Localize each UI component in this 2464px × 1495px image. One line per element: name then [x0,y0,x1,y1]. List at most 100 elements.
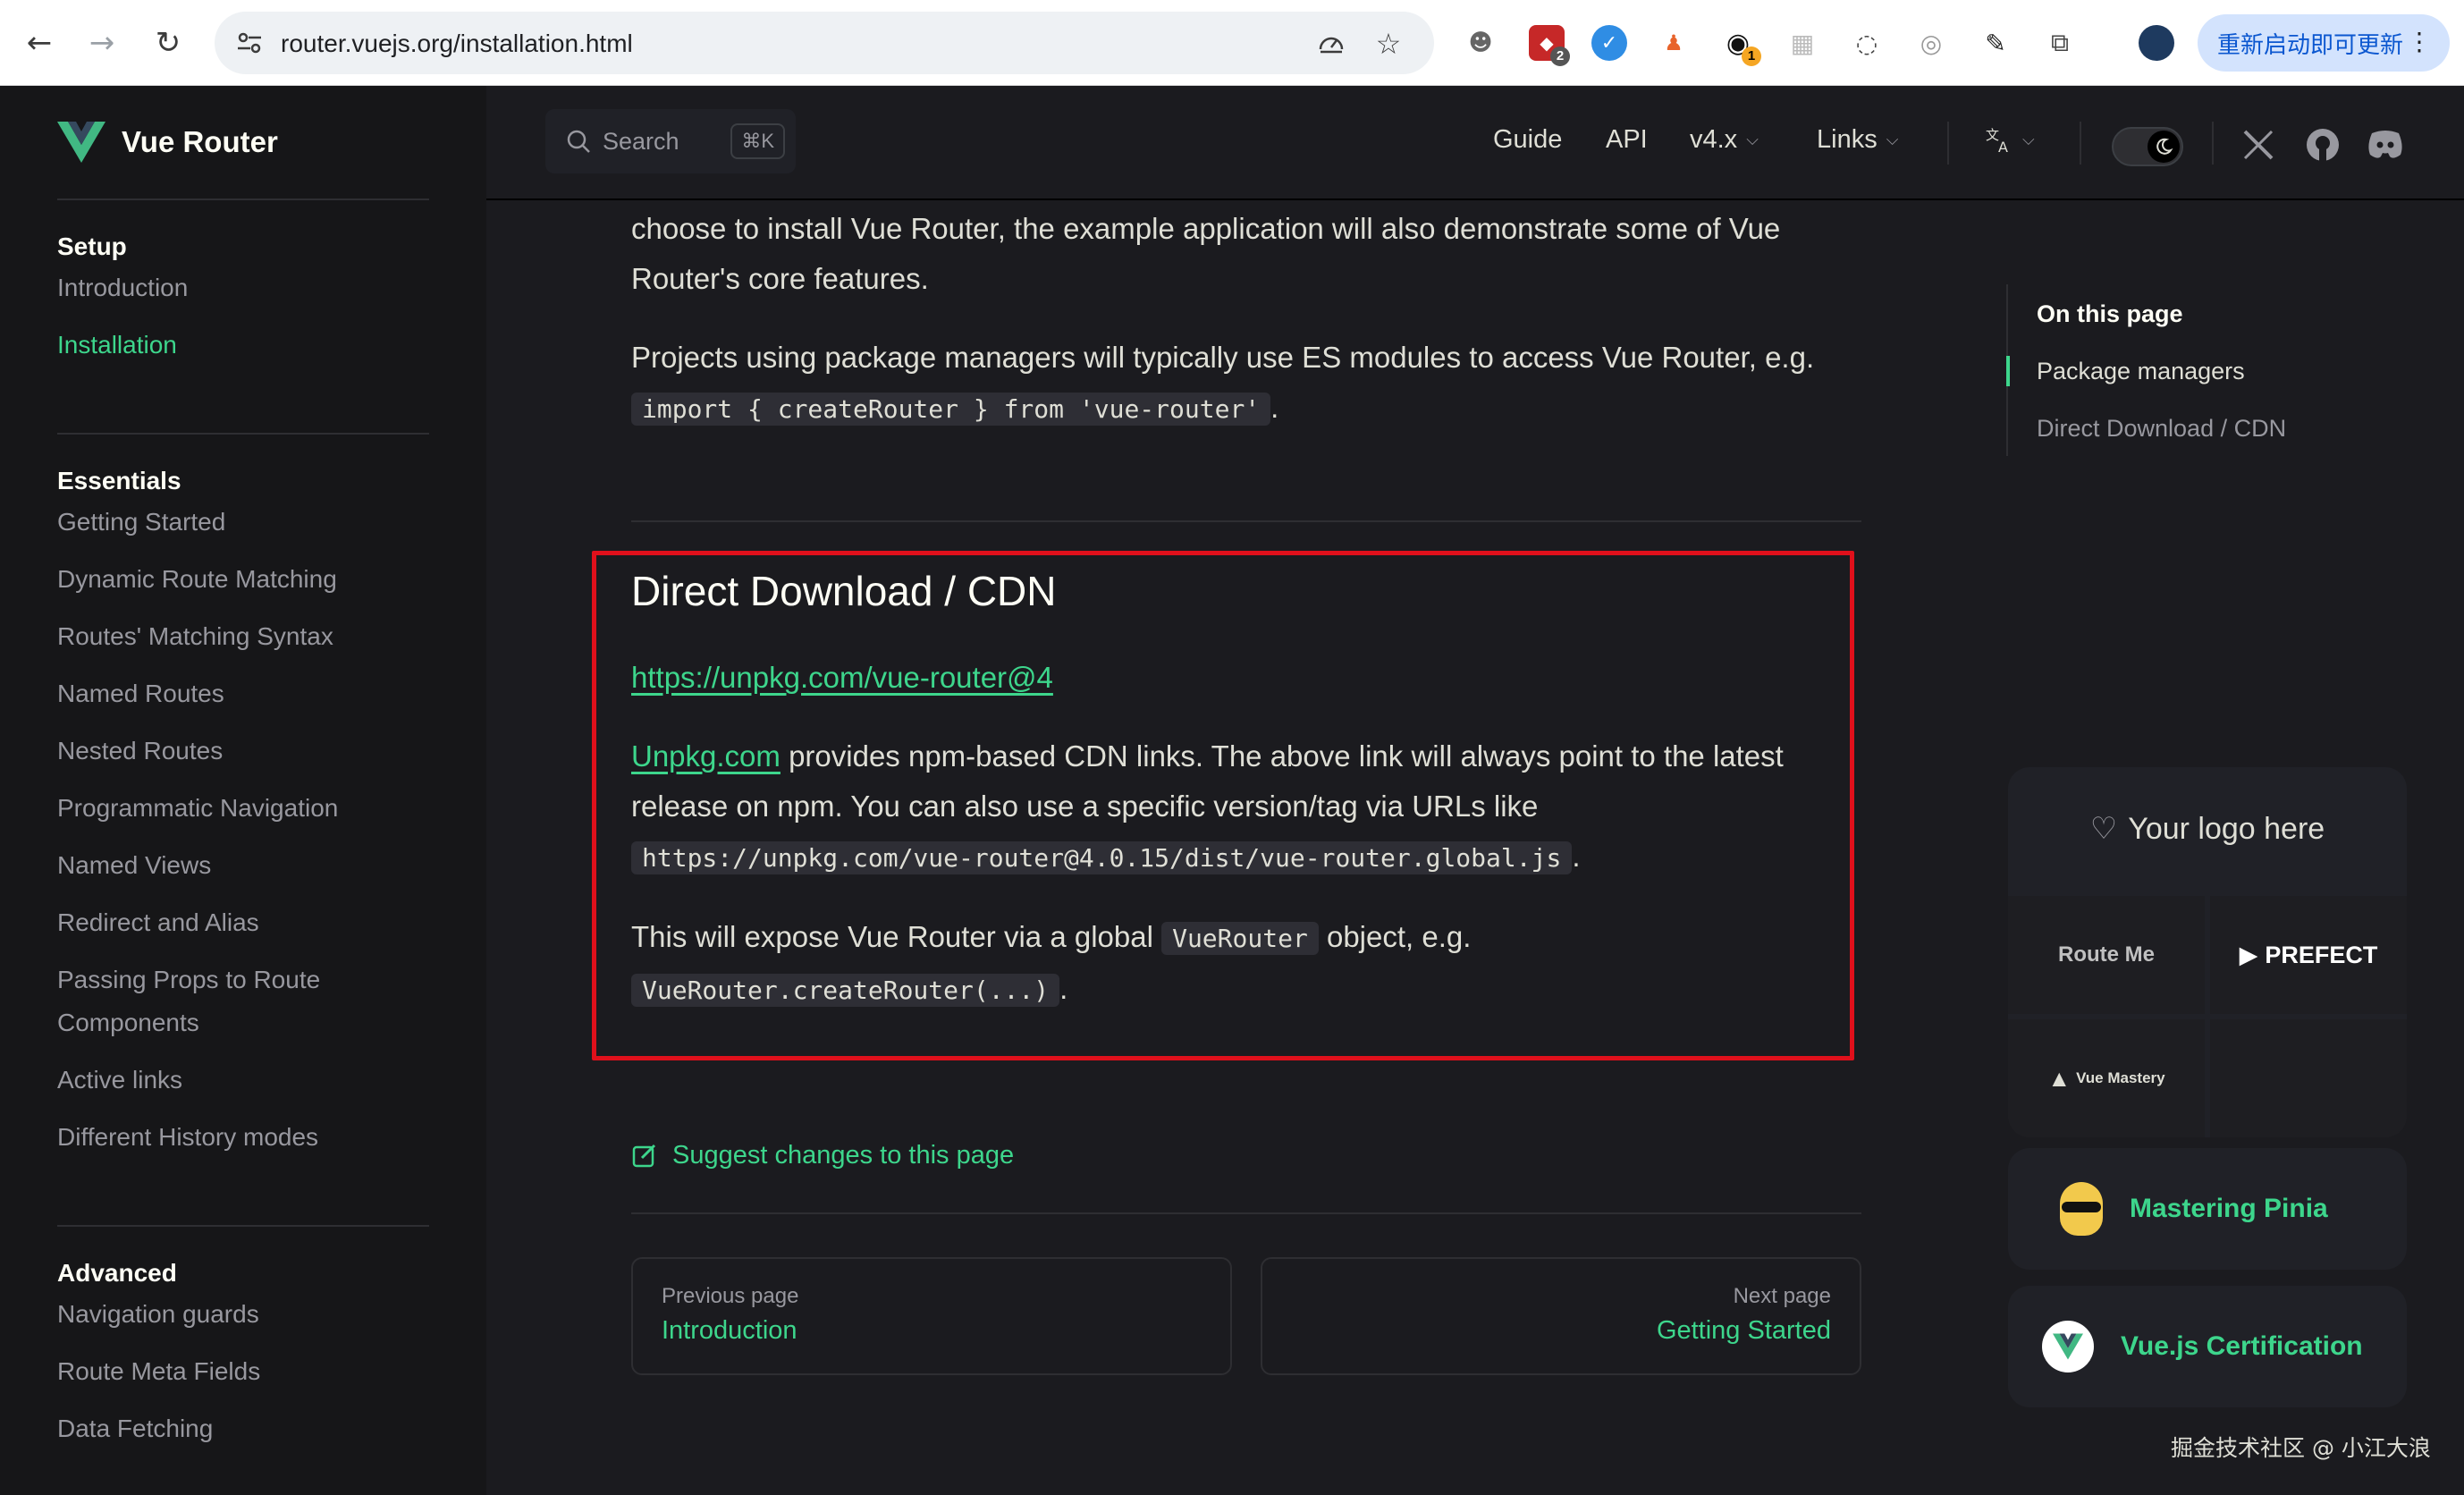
reload-button[interactable]: ↻ [145,20,191,66]
sidebar-item-route-meta-fields[interactable]: Route Meta Fields [57,1350,433,1393]
performance-icon[interactable] [1314,27,1348,61]
extension-grid-icon[interactable]: ▦ [1785,25,1820,61]
sidebar-item-passing-props[interactable]: Passing Props to Route Components [57,959,361,1044]
sidebar-item-nested-routes[interactable]: Nested Routes [57,730,433,773]
sidebar-item-programmatic-navigation[interactable]: Programmatic Navigation [57,787,433,830]
profile-avatar[interactable] [2139,25,2174,61]
prev-page-link[interactable]: Previous page Introduction [631,1257,1232,1375]
extension-camera-icon[interactable]: ◎ [1913,25,1949,61]
unpkg-link[interactable]: Unpkg.com [631,739,781,773]
back-button[interactable]: ← [16,20,63,66]
nav-separator [2212,122,2214,165]
menu-kebab-icon[interactable]: ⋮ [2407,27,2432,56]
sidebar-item-named-routes[interactable]: Named Routes [57,672,433,715]
import-code: import { createRouter } from 'vue-router… [631,393,1271,426]
extension-ublock-icon[interactable]: ◆ 2 [1529,25,1570,66]
chevron-down-icon: ⌵ [2022,130,2035,148]
edit-icon [632,1144,656,1167]
cdn-link[interactable]: https://unpkg.com/vue-router@4 [631,661,1053,694]
nav-links-label: Links [1817,125,1878,154]
translate-icon: 文A [1986,127,2008,154]
prefect-logo-icon: ▶ [2239,941,2258,968]
certification-badge-icon [2042,1321,2094,1373]
sidebar-item-dynamic-route-matching[interactable]: Dynamic Route Matching [57,558,433,601]
toc-item-direct-download[interactable]: Direct Download / CDN [2037,415,2286,443]
github-icon[interactable] [2303,125,2342,165]
watermark: 掘金技术社区 @ 小江大浪 [2171,1435,2431,1461]
unpkg-paragraph: Unpkg.com provides npm-based CDN links. … [631,731,1829,883]
sidebar-item-named-views[interactable]: Named Views [57,844,433,887]
relaunch-update-button[interactable]: 重新启动即可更新 ⋮ [2198,14,2450,72]
sidebar-divider [57,433,429,435]
chevron-down-icon: ⌵ [1746,131,1759,148]
dark-mode-toggle[interactable] [2112,127,2183,166]
sidebar-item-getting-started[interactable]: Getting Started [57,501,433,544]
sidebar-item-data-fetching[interactable]: Data Fetching [57,1407,433,1450]
svg-text:A: A [1998,139,2008,154]
toc-item-package-managers[interactable]: Package managers [2037,358,2245,385]
search-label: Search [603,127,679,155]
sidebar-item-redirect-alias[interactable]: Redirect and Alias [57,901,433,944]
mastering-pinia-banner[interactable]: Mastering Pinia [2008,1148,2407,1270]
sidebar-item-active-links[interactable]: Active links [57,1059,433,1102]
nav-links-dropdown[interactable]: Links ⌵ [1817,125,1898,155]
brand-link[interactable]: Vue Router [57,122,278,163]
intro-paragraph: choose to install Vue Router, the exampl… [631,212,1781,295]
forward-button[interactable]: → [79,20,125,66]
address-bar[interactable]: router.vuejs.org/installation.html ☆ [215,12,1434,74]
section-divider [631,520,1861,522]
nav-version-dropdown[interactable]: v4.x ⌵ [1690,125,1759,155]
sidebar-item-installation[interactable]: Installation [57,324,433,367]
sidebar: Vue Router Setup Introduction Installati… [0,86,486,1495]
sidebar-item-introduction[interactable]: Introduction [57,266,433,309]
search-shortcut: ⌘K [730,123,785,159]
nav-guide[interactable]: Guide [1493,125,1562,155]
nav-guide-label: Guide [1493,125,1563,154]
sponsor-vuemastery[interactable]: ▲ Vue Mastery [2008,1019,2205,1137]
language-dropdown[interactable]: 文A ⌵ [1985,125,2035,154]
sidebar-item-navigation-guards[interactable]: Navigation guards [57,1293,433,1336]
cdn-link-paragraph: https://unpkg.com/vue-router@4 [631,653,1861,703]
sponsor-vuemastery-label: Vue Mastery [2076,1069,2165,1086]
extensions-puzzle-icon[interactable]: ⧉ [2042,25,2078,61]
vuerouter-code: VueRouter [1161,922,1319,955]
sponsor-empty-slot [2210,1019,2407,1137]
sponsor-routeme[interactable]: Route Me [2008,896,2205,1014]
brand-title: Vue Router [122,125,278,158]
vue-certification-banner[interactable]: Vue.js Certification [2008,1286,2407,1407]
next-page-caption: Next page [1733,1284,1831,1308]
next-page-link[interactable]: Next page Getting Started [1261,1257,1861,1375]
extension-check-icon[interactable]: ✓ [1591,25,1627,61]
x-twitter-icon[interactable] [2239,125,2278,165]
nav-api[interactable]: API [1606,125,1648,155]
unpkg-period: . [1572,840,1581,873]
suggest-changes-link[interactable]: Suggest changes to this page [631,1141,1014,1170]
svg-text:文: 文 [1986,127,1999,143]
search-icon [567,130,590,153]
sidebar-item-matching-syntax[interactable]: Routes' Matching Syntax [57,615,433,658]
toc-title: On this page [2037,300,2183,327]
discord-icon[interactable] [2366,125,2405,165]
extension-code-icon[interactable]: ◌ [1849,25,1885,61]
sidebar-divider [57,1225,429,1227]
sidebar-group-advanced: Advanced [57,1259,177,1287]
extension-circle-icon[interactable]: ◉ 1 [1720,25,1761,66]
nav-version-label: v4.x [1690,125,1738,154]
eyedropper-icon[interactable]: ✎ [1978,25,2013,61]
search-button[interactable]: Search ⌘K [545,109,796,173]
bookmark-star-icon[interactable]: ☆ [1371,27,1405,61]
esm-text: Projects using package managers will typ… [631,341,1815,374]
sponsor-prefect[interactable]: ▶ PREFECT [2210,896,2407,1014]
your-logo-link[interactable]: ♡ Your logo here [2008,767,2407,891]
update-label: 重新启动即可更新 [2217,31,2404,59]
create-router-code: VueRouter.createRouter(...) [631,974,1060,1007]
heart-icon: ♡ [2089,811,2118,847]
extension-person-icon[interactable]: ♟ [1656,25,1692,61]
sidebar-item-history-modes[interactable]: Different History modes [57,1116,433,1159]
vuemastery-logo-icon: ▲ [2047,1064,2072,1092]
toc-active-marker [2006,356,2010,386]
prev-page-title: Introduction [662,1316,797,1345]
site-info-icon[interactable] [232,26,266,60]
nav-api-label: API [1606,125,1648,154]
extension-owl-icon[interactable]: ☻ [1463,25,1498,61]
